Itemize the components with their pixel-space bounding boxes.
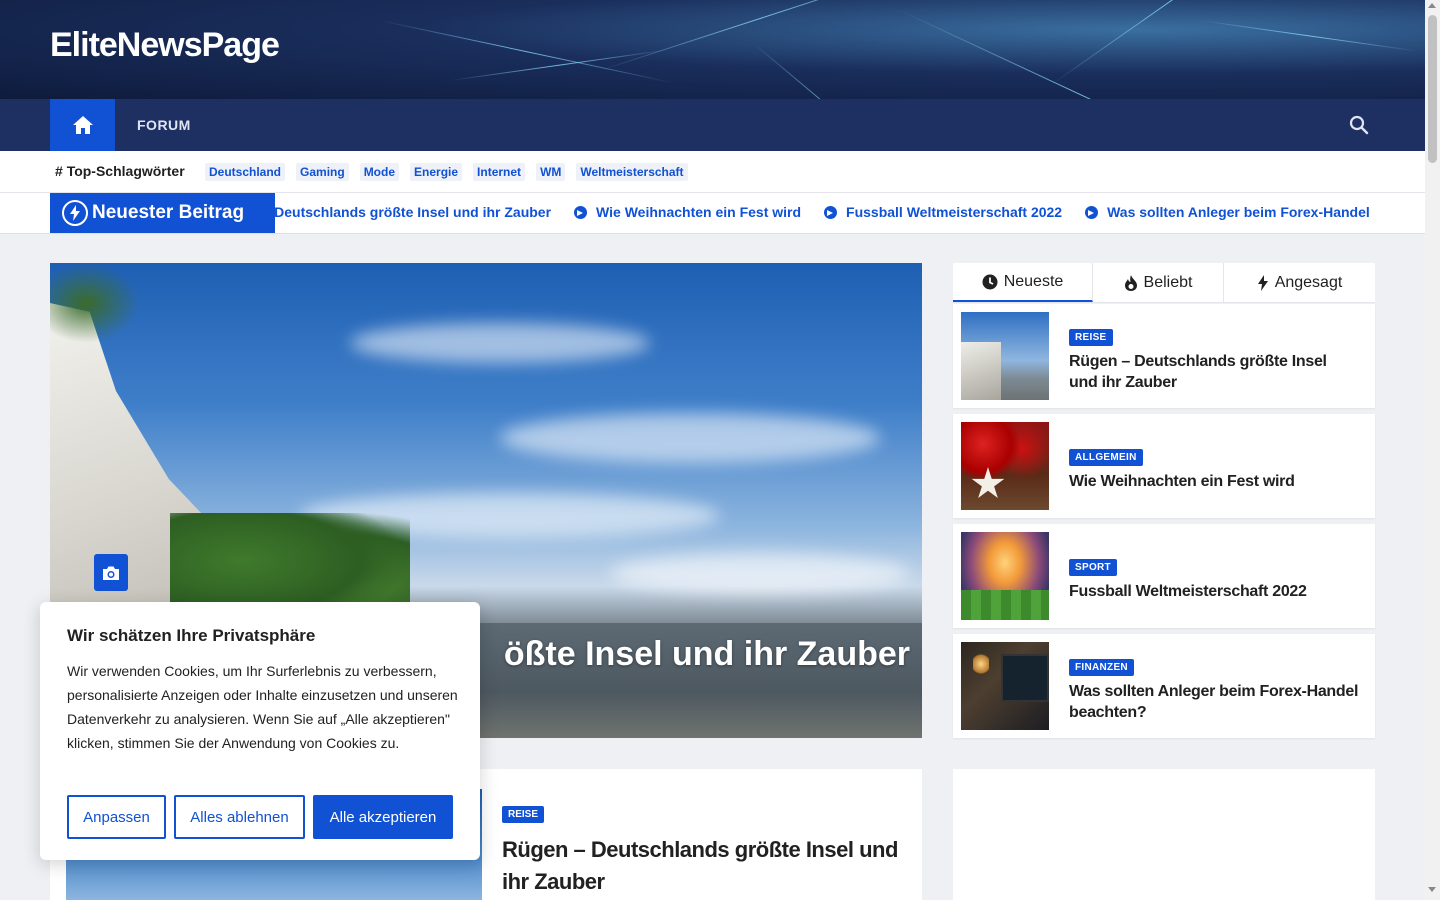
sidebar-widget (953, 769, 1375, 900)
nav-item-forum[interactable]: FORUM (137, 99, 191, 151)
tab-neueste[interactable]: Neueste (953, 263, 1093, 302)
bolt-icon (62, 200, 88, 226)
ticker-item[interactable]: Was sollten Anleger beim Forex-Handel (1085, 204, 1370, 220)
post-title[interactable]: Fussball Weltmeisterschaft 2022 (1069, 581, 1359, 602)
ticker-item[interactable]: Rügen – Deutschlands größte Insel und ih… (275, 204, 551, 220)
tab-angesagt[interactable]: Angesagt (1224, 263, 1375, 302)
search-icon (1349, 115, 1369, 135)
category-badge[interactable]: SPORT (1069, 559, 1117, 576)
news-ticker: Neuester Beitrag Rügen – Deutschlands gr… (0, 193, 1425, 234)
main-nav: FORUM (0, 99, 1425, 151)
sidebar-post[interactable]: FINANZEN Was sollten Anleger beim Forex-… (953, 634, 1375, 738)
scroll-up-arrow-icon[interactable] (1428, 3, 1436, 8)
post-title[interactable]: Was sollten Anleger beim Forex-Handel be… (1069, 681, 1359, 723)
arrow-circle-icon (574, 205, 588, 219)
ticker-item[interactable]: Wie Weihnachten ein Fest wird (574, 204, 801, 220)
ticker-item[interactable]: Fussball Weltmeisterschaft 2022 (824, 204, 1062, 220)
tab-beliebt[interactable]: Beliebt (1093, 263, 1224, 302)
ticker-track: Rügen – Deutschlands größte Insel und ih… (275, 193, 1385, 233)
category-badge[interactable]: FINANZEN (1069, 659, 1134, 676)
home-icon (72, 116, 93, 134)
post-thumbnail[interactable] (961, 312, 1049, 400)
site-title[interactable]: EliteNewsPage (50, 26, 280, 65)
tag-weltmeisterschaft[interactable]: Weltmeisterschaft (576, 163, 688, 181)
sidebar-post[interactable]: ALLGEMEIN Wie Weihnachten ein Fest wird (953, 414, 1375, 518)
cookie-text: Wir verwenden Cookies, um Ihr Surferlebn… (67, 663, 458, 751)
category-badge[interactable]: REISE (1069, 329, 1113, 346)
post-thumbnail[interactable] (961, 422, 1049, 510)
tags-bar: # Top-Schlagwörter Deutschland Gaming Mo… (0, 151, 1425, 193)
hash-icon: # (55, 163, 63, 179)
page-scrollbar[interactable] (1425, 0, 1440, 900)
accept-all-button[interactable]: Alle akzeptieren (313, 795, 453, 839)
search-button[interactable] (1348, 114, 1370, 136)
post-title[interactable]: Rügen – Deutschlands größte Insel und ih… (502, 834, 902, 898)
tag-gaming[interactable]: Gaming (296, 163, 349, 181)
tag-deutschland[interactable]: Deutschland (205, 163, 286, 181)
category-badge[interactable]: REISE (502, 806, 545, 823)
post-title[interactable]: Rügen – Deutschlands größte Insel und ih… (1069, 351, 1359, 393)
post-title[interactable]: Wie Weihnachten ein Fest wird (1069, 471, 1359, 492)
tags-heading: # Top-Schlagwörter (55, 163, 185, 179)
sidebar-post[interactable]: REISE Rügen – Deutschlands größte Insel … (953, 304, 1375, 408)
post-thumbnail[interactable] (961, 532, 1049, 620)
arrow-circle-icon (1085, 205, 1099, 219)
bolt-icon (1257, 274, 1268, 291)
customize-button[interactable]: Anpassen (67, 795, 166, 839)
tab-bar: Neueste Beliebt Angesagt (953, 263, 1375, 303)
cookie-consent-dialog: Wir schätzen Ihre Privatsphäre Wir verwe… (40, 602, 480, 860)
ticker-label: Neuester Beitrag (50, 193, 275, 233)
cookie-title: Wir schätzen Ihre Privatsphäre (67, 626, 316, 645)
tag-wm[interactable]: WM (536, 163, 566, 181)
category-badge[interactable]: ALLGEMEIN (1069, 449, 1143, 466)
arrow-circle-icon (824, 205, 838, 219)
scroll-down-arrow-icon[interactable] (1428, 887, 1436, 892)
post-thumbnail[interactable] (961, 642, 1049, 730)
tag-internet[interactable]: Internet (473, 163, 526, 181)
site-header: EliteNewsPage (0, 0, 1425, 99)
tag-mode[interactable]: Mode (359, 163, 400, 181)
tag-energie[interactable]: Energie (410, 163, 463, 181)
sidebar-post[interactable]: SPORT Fussball Weltmeisterschaft 2022 (953, 524, 1375, 628)
camera-icon (94, 554, 128, 591)
scroll-thumb[interactable] (1428, 15, 1437, 163)
clock-icon (982, 274, 998, 289)
fire-icon (1124, 274, 1137, 291)
tag-list: Deutschland Gaming Mode Energie Internet… (205, 163, 688, 181)
home-button[interactable] (50, 99, 115, 151)
reject-all-button[interactable]: Alles ablehnen (174, 795, 305, 839)
sidebar-tabs-widget: Neueste Beliebt Angesagt REISE Rügen – D… (953, 263, 1375, 738)
